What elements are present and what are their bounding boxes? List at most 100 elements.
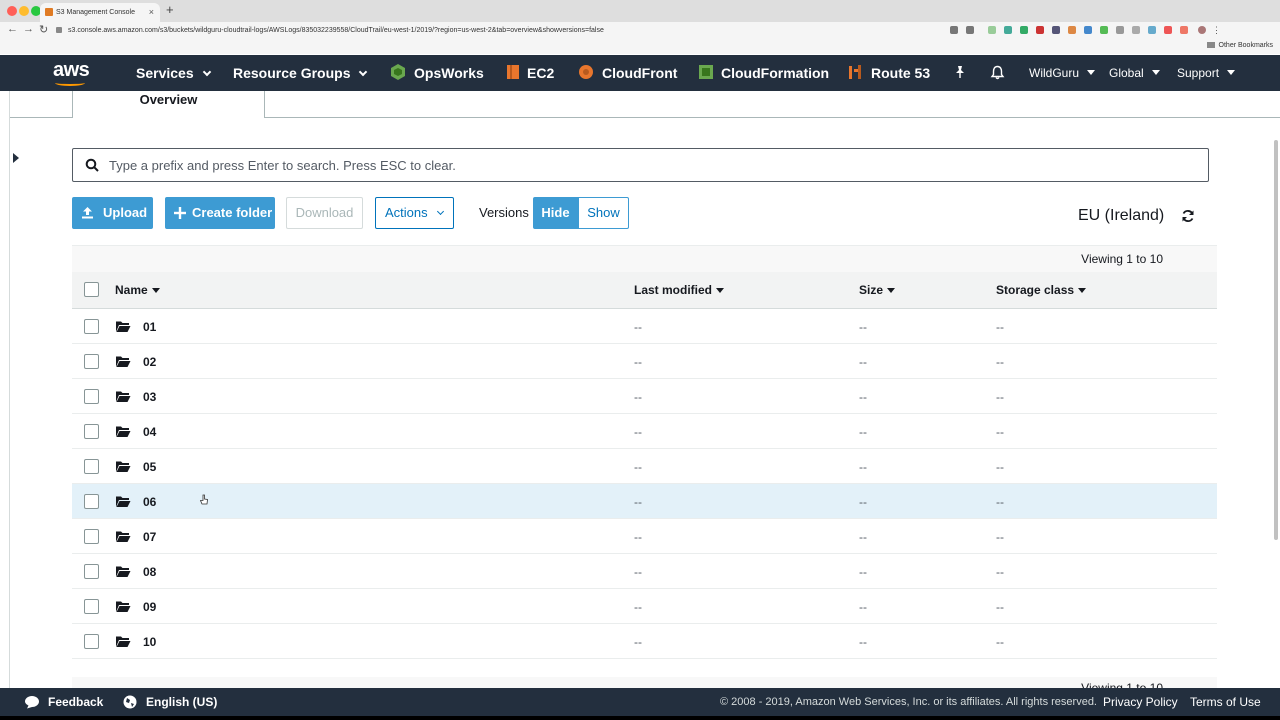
- privacy-policy-link[interactable]: Privacy Policy: [1103, 695, 1178, 709]
- forward-icon[interactable]: →: [23, 23, 34, 35]
- row-checkbox[interactable]: [84, 459, 99, 474]
- row-checkbox[interactable]: [84, 529, 99, 544]
- column-header-storage-class[interactable]: Storage class: [996, 283, 1087, 297]
- actions-dropdown[interactable]: Actions: [375, 197, 454, 229]
- row-checkbox[interactable]: [84, 564, 99, 579]
- folder-icon: [116, 636, 131, 647]
- aws-logo[interactable]: aws: [53, 59, 90, 82]
- folder-name-link[interactable]: 02: [143, 355, 156, 369]
- tab-spacer: [10, 91, 72, 118]
- resource-groups-menu[interactable]: Resource Groups: [233, 65, 368, 81]
- row-checkbox[interactable]: [84, 354, 99, 369]
- reload-icon[interactable]: ↻: [39, 23, 48, 36]
- table-row[interactable]: 05 -- -- --: [72, 449, 1217, 484]
- refresh-icon[interactable]: [1181, 209, 1195, 223]
- select-all-checkbox[interactable]: [84, 282, 99, 297]
- size-cell: --: [859, 600, 867, 614]
- create-folder-button[interactable]: Create folder: [165, 197, 275, 229]
- table-row[interactable]: 03 -- -- --: [72, 379, 1217, 414]
- expand-sidebar-icon[interactable]: [13, 153, 19, 163]
- table-row[interactable]: 06 -- -- --: [72, 484, 1217, 519]
- extension-icon[interactable]: [1068, 26, 1076, 34]
- last-modified-cell: --: [634, 565, 642, 579]
- extension-icon[interactable]: [1004, 26, 1012, 34]
- services-menu[interactable]: Services: [136, 65, 211, 81]
- folder-name-link[interactable]: 08: [143, 565, 156, 579]
- row-checkbox[interactable]: [84, 424, 99, 439]
- versions-show-toggle[interactable]: Show: [578, 197, 629, 229]
- language-selector[interactable]: English (US): [146, 695, 217, 709]
- table-row[interactable]: 04 -- -- --: [72, 414, 1217, 449]
- close-tab-icon[interactable]: ×: [149, 3, 154, 22]
- table-row[interactable]: 08 -- -- --: [72, 554, 1217, 589]
- column-header-name[interactable]: Name: [115, 283, 160, 297]
- extension-icon[interactable]: [1020, 26, 1028, 34]
- extension-icon[interactable]: [1036, 26, 1044, 34]
- shortcut-cloudfront[interactable]: CloudFront: [602, 65, 677, 81]
- table-row[interactable]: 09 -- -- --: [72, 589, 1217, 624]
- other-bookmarks[interactable]: Other Bookmarks: [1206, 42, 1273, 49]
- region-menu[interactable]: Global: [1109, 66, 1160, 80]
- minimize-window-button[interactable]: [19, 6, 29, 16]
- table-row[interactable]: 07 -- -- --: [72, 519, 1217, 554]
- folder-name-link[interactable]: 04: [143, 425, 156, 439]
- row-checkbox[interactable]: [84, 599, 99, 614]
- extension-icon[interactable]: [1180, 26, 1188, 34]
- row-checkbox[interactable]: [84, 319, 99, 334]
- row-checkbox[interactable]: [84, 494, 99, 509]
- shortcut-cloudformation[interactable]: CloudFormation: [721, 65, 829, 81]
- table-row[interactable]: 10 -- -- --: [72, 624, 1217, 659]
- extension-icon[interactable]: [1116, 26, 1124, 34]
- storage-class-cell: --: [996, 530, 1004, 544]
- row-checkbox[interactable]: [84, 634, 99, 649]
- folder-name-link[interactable]: 06: [143, 495, 156, 509]
- support-menu[interactable]: Support: [1177, 66, 1236, 80]
- shortcut-ec2[interactable]: EC2: [527, 65, 554, 81]
- search-input[interactable]: [109, 149, 1199, 181]
- pin-icon[interactable]: [953, 65, 967, 79]
- extension-icon[interactable]: [1084, 26, 1092, 34]
- account-menu[interactable]: WildGuru: [1029, 66, 1096, 80]
- terms-of-use-link[interactable]: Terms of Use: [1190, 695, 1261, 709]
- extension-icon[interactable]: [1052, 26, 1060, 34]
- size-cell: --: [859, 530, 867, 544]
- versions-hide-toggle[interactable]: Hide: [533, 197, 578, 229]
- cloudformation-icon: [699, 65, 713, 79]
- shortcut-route53[interactable]: Route 53: [871, 65, 930, 81]
- close-window-button[interactable]: [7, 6, 17, 16]
- bookmark-star-icon[interactable]: [966, 26, 974, 34]
- menu-icon[interactable]: ⋮: [1212, 26, 1221, 35]
- profile-avatar[interactable]: [1198, 26, 1206, 34]
- upload-label: Upload: [103, 205, 148, 220]
- folder-name-link[interactable]: 09: [143, 600, 156, 614]
- address-bar[interactable]: s3.console.aws.amazon.com/s3/buckets/wil…: [56, 24, 966, 38]
- column-header-size[interactable]: Size: [859, 283, 896, 297]
- tab-overview[interactable]: Overview: [72, 91, 265, 118]
- extension-icon[interactable]: [1164, 26, 1172, 34]
- create-folder-label: Create folder: [192, 205, 273, 220]
- back-icon[interactable]: ←: [7, 23, 18, 35]
- extension-icon[interactable]: [1100, 26, 1108, 34]
- folder-name-link[interactable]: 01: [143, 320, 156, 334]
- table-row[interactable]: 02 -- -- --: [72, 344, 1217, 379]
- extension-icon[interactable]: [1148, 26, 1156, 34]
- upload-button[interactable]: Upload: [72, 197, 153, 229]
- folder-name-link[interactable]: 05: [143, 460, 156, 474]
- zoom-icon[interactable]: [950, 26, 958, 34]
- row-checkbox[interactable]: [84, 389, 99, 404]
- extension-icon[interactable]: [1132, 26, 1140, 34]
- folder-name-link[interactable]: 10: [143, 635, 156, 649]
- bell-icon[interactable]: [990, 65, 1005, 80]
- browser-tab[interactable]: S3 Management Console ×: [40, 3, 160, 22]
- table-row[interactable]: 01 -- -- --: [72, 309, 1217, 344]
- column-header-last-modified[interactable]: Last modified: [634, 283, 725, 297]
- feedback-link[interactable]: Feedback: [48, 695, 103, 709]
- region-label: Global: [1109, 66, 1144, 80]
- new-tab-button[interactable]: +: [166, 2, 174, 17]
- extension-icon[interactable]: [988, 26, 996, 34]
- folder-name-link[interactable]: 03: [143, 390, 156, 404]
- shortcut-opsworks[interactable]: OpsWorks: [414, 65, 484, 81]
- folder-name-link[interactable]: 07: [143, 530, 156, 544]
- bookmark-folder-icon: [1206, 42, 1215, 49]
- page-scrollbar[interactable]: [1274, 140, 1278, 540]
